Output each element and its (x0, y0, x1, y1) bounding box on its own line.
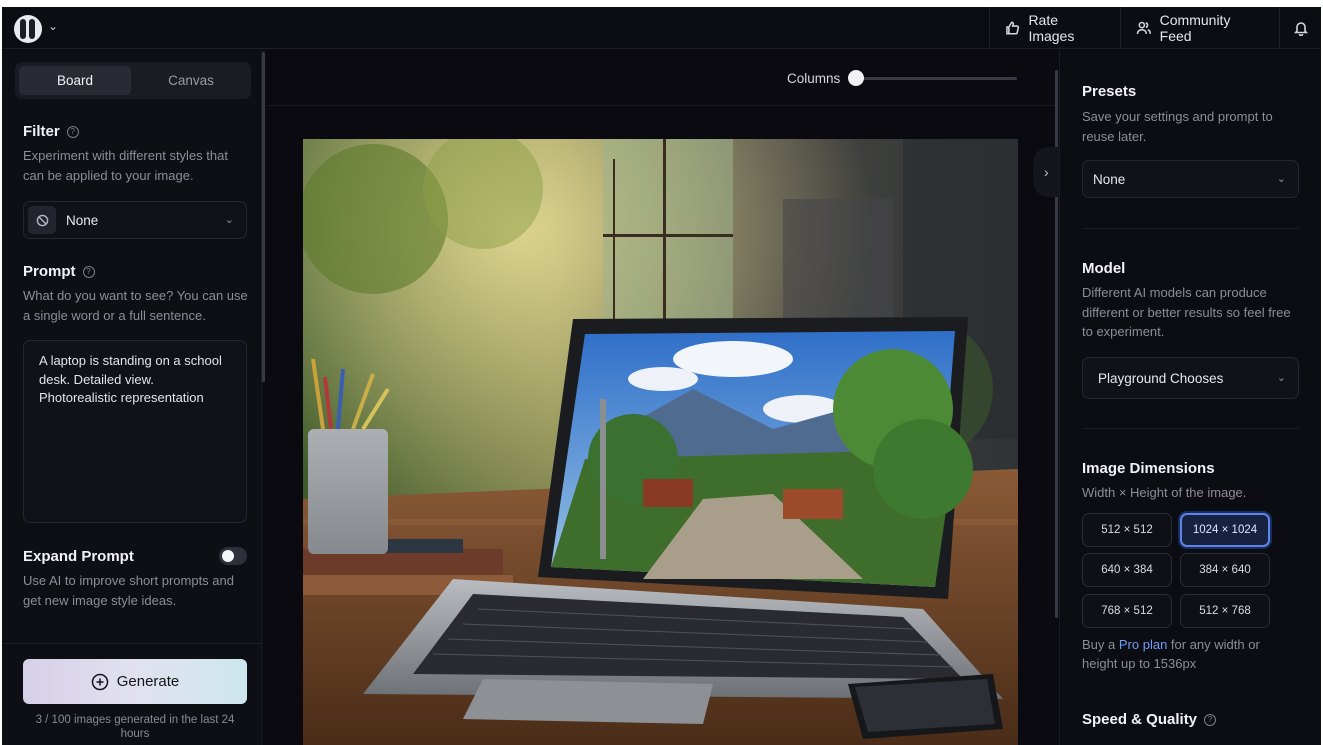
columns-slider-thumb[interactable] (848, 70, 864, 86)
prompt-input[interactable]: A laptop is standing on a school desk. D… (23, 340, 247, 523)
presets-description: Save your settings and prompt to reuse l… (1082, 109, 1273, 144)
model-description: Different AI models can produce differen… (1082, 285, 1291, 339)
prompt-description: What do you want to see? You can use a s… (23, 288, 248, 323)
help-icon[interactable]: ? (66, 125, 79, 138)
tab-board[interactable]: Board (19, 66, 131, 95)
plus-circle-icon (91, 673, 108, 690)
dimension-768x512[interactable]: 768 × 512 (1082, 594, 1172, 628)
presets-value: None (1093, 172, 1126, 187)
model-title: Model (1082, 260, 1126, 277)
right-panel: Presets Save your settings and prompt to… (1059, 50, 1321, 745)
filter-description: Experiment with different styles that ca… (23, 148, 228, 183)
image-dimensions-title: Image Dimensions (1082, 460, 1215, 477)
dimension-512x768[interactable]: 512 × 768 (1180, 594, 1270, 628)
presets-title: Presets (1082, 83, 1137, 100)
dimension-1024x1024[interactable]: 1024 × 1024 (1180, 513, 1270, 547)
presets-select[interactable]: None ⌄ (1082, 160, 1299, 198)
rate-images-button[interactable]: Rate Images (989, 7, 1120, 49)
board-toolbar: Columns (267, 50, 1056, 106)
top-bar: ⌄ Rate Images Community Feed (2, 7, 1321, 49)
tab-canvas[interactable]: Canvas (135, 66, 247, 95)
generate-button[interactable]: Generate (23, 659, 247, 704)
notifications-button[interactable] (1279, 7, 1321, 49)
divider (1082, 428, 1299, 429)
chevron-down-icon: ⌄ (224, 214, 234, 226)
filter-value: None (66, 213, 99, 228)
expand-prompt-label: Expand Prompt (23, 548, 134, 565)
divider (2, 643, 262, 644)
help-icon[interactable]: ? (1204, 713, 1217, 726)
filter-select[interactable]: None ⌄ (23, 201, 247, 239)
expand-prompt-toggle[interactable] (219, 547, 247, 565)
image-dimensions-description: Width × Height of the image. (1082, 485, 1247, 500)
bell-icon (1293, 22, 1308, 36)
pro-plan-link[interactable]: Pro plan (1119, 637, 1167, 652)
dimension-512x512[interactable]: 512 × 512 (1082, 513, 1172, 547)
image-board: Columns (267, 50, 1058, 745)
usage-note: 3 / 100 images generated in the last 24 … (35, 714, 235, 740)
prompt-title: Prompt (23, 263, 76, 280)
columns-label: Columns (787, 71, 841, 86)
model-select[interactable]: Playground Chooses ⌄ (1082, 357, 1299, 399)
chevron-down-icon: ⌄ (1276, 372, 1286, 384)
chevron-down-icon[interactable]: ⌄ (48, 19, 58, 33)
speed-quality-title: Speed & Quality ? (1082, 711, 1217, 728)
columns-slider-track[interactable] (850, 77, 1017, 80)
pro-note-prefix: Buy a (1082, 637, 1116, 652)
community-feed-label: Community Feed (1159, 12, 1231, 44)
generated-image[interactable] (303, 139, 1018, 745)
app-logo-icon[interactable] (14, 15, 42, 43)
left-panel: Board Canvas Filter ? Experiment with di… (2, 50, 262, 745)
speed-quality-label: Speed & Quality (1082, 711, 1198, 728)
pro-plan-note: Buy a Pro plan for any width or height u… (1082, 635, 1292, 673)
dimension-640x384[interactable]: 640 × 384 (1082, 553, 1172, 587)
chevron-right-icon: › (1044, 164, 1049, 180)
thumbs-up-icon (1006, 21, 1020, 35)
expand-prompt-title: Expand Prompt (23, 548, 134, 565)
app-window: ⌄ Rate Images Community Feed Board Canva… (2, 7, 1321, 745)
chevron-down-icon: ⌄ (1276, 173, 1286, 185)
block-icon (28, 206, 56, 234)
expand-prompt-description: Use AI to improve short prompts and get … (23, 573, 234, 608)
rate-images-label: Rate Images (1028, 12, 1075, 44)
dimension-384x640[interactable]: 384 × 640 (1180, 553, 1270, 587)
filter-section-title: Filter ? (23, 123, 79, 140)
prompt-section-title: Prompt ? (23, 263, 95, 280)
generate-label: Generate (116, 673, 180, 690)
model-value: Playground Chooses (1098, 371, 1224, 386)
filter-title: Filter (23, 123, 60, 140)
users-icon (1136, 21, 1152, 34)
community-feed-button[interactable]: Community Feed (1120, 7, 1279, 49)
divider (1082, 228, 1299, 229)
view-toggle: Board Canvas (15, 62, 251, 99)
laptop-scene-image (303, 139, 1018, 745)
help-icon[interactable]: ? (82, 265, 95, 278)
left-scrollbar[interactable] (262, 52, 265, 382)
